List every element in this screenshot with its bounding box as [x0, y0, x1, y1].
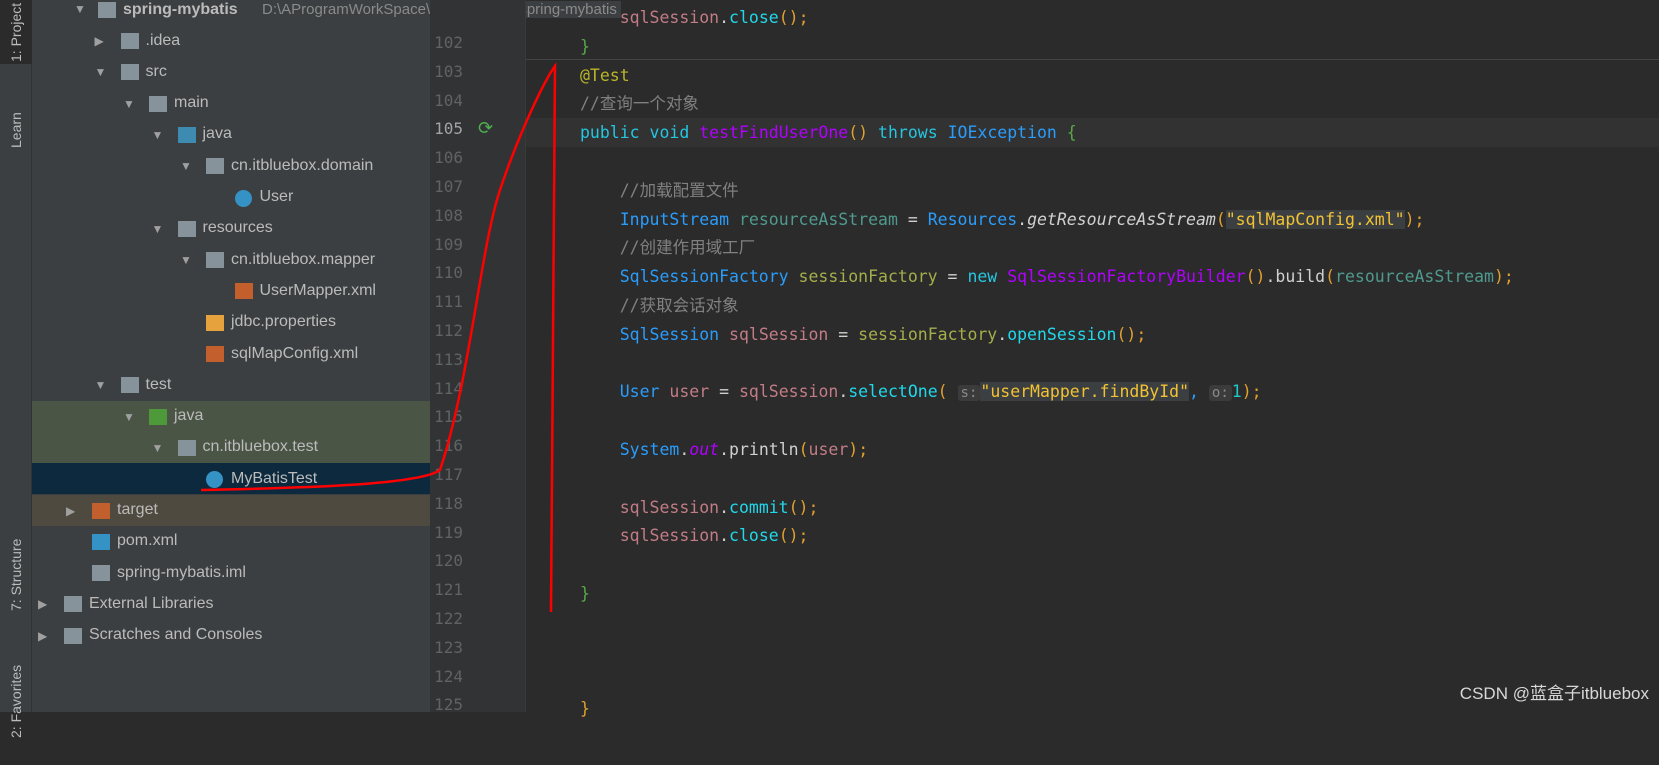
- annotation-curve: [200, 62, 557, 613]
- watermark: CSDN @蓝盒子itbluebox: [1459, 684, 1649, 703]
- red-annotation: [200, 62, 557, 613]
